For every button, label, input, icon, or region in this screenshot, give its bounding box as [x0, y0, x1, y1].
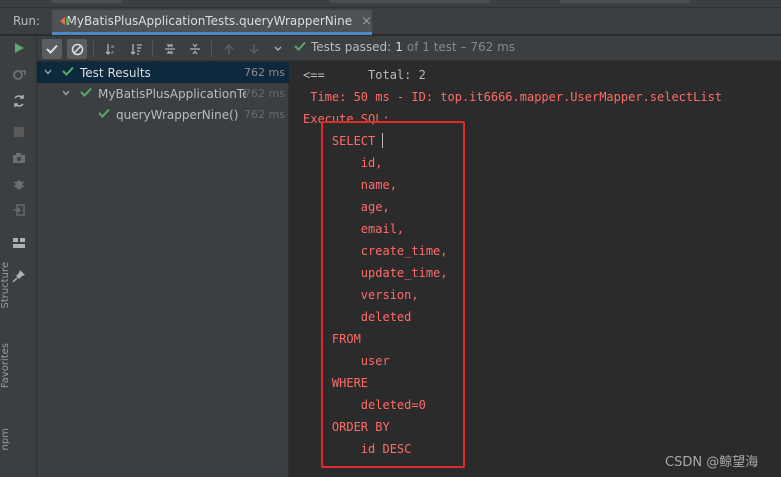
- tree-item-time: 762 ms: [244, 108, 285, 121]
- test-runner-toolbar: az Tests passed: 1 of 1 test – 762 ms: [37, 36, 781, 61]
- chevron-down-icon[interactable]: [43, 68, 53, 77]
- rerun-icon[interactable]: [11, 40, 27, 56]
- test-status: Tests passed: 1 of 1 test – 762 ms: [294, 40, 515, 54]
- debug-icon[interactable]: [11, 176, 27, 192]
- layout-icon[interactable]: [11, 235, 27, 251]
- run-side-toolbar: Structure Favorites npm: [0, 36, 37, 477]
- sort-alphabetically-icon[interactable]: az: [101, 39, 121, 59]
- status-label: Tests passed:: [311, 40, 392, 54]
- previous-failed-test-icon[interactable]: [219, 39, 239, 59]
- passed-check-icon: [294, 40, 306, 54]
- sql-highlight-box: [321, 121, 465, 468]
- toolbar-separator: [93, 41, 94, 57]
- pin-icon[interactable]: [11, 268, 27, 284]
- collapse-all-icon[interactable]: [185, 39, 205, 59]
- run-tool-window-header: Run: MyBatisPlusApplicationTests.queryWr…: [0, 8, 781, 35]
- tree-item-test-results[interactable]: Test Results 762 ms: [37, 62, 289, 83]
- toolbar-separator: [211, 41, 212, 57]
- structure-side-tab[interactable]: Structure: [0, 262, 11, 309]
- console-line: <== Total: 2: [303, 68, 426, 82]
- console-line: Time: 50 ms - ID: top.it6666.mapper.User…: [303, 90, 723, 104]
- tree-item-label: MyBatisPlusApplicationTe: [98, 86, 246, 101]
- npm-side-tab[interactable]: npm: [0, 428, 11, 450]
- passed-check-icon: [80, 86, 92, 100]
- sort-by-duration-icon[interactable]: [126, 39, 146, 59]
- passed-check-icon: [62, 65, 74, 79]
- tree-item-label: Test Results: [80, 65, 151, 80]
- run-configuration-tab[interactable]: MyBatisPlusApplicationTests.queryWrapper…: [52, 10, 372, 35]
- status-detail: of 1 test – 762 ms: [406, 40, 516, 54]
- exit-icon[interactable]: [11, 202, 27, 218]
- close-icon[interactable]: ×: [361, 14, 372, 29]
- run-tab-title: MyBatisPlusApplicationTests.queryWrapper…: [66, 14, 353, 28]
- tree-item-test-class[interactable]: MyBatisPlusApplicationTe 762 ms: [37, 83, 289, 104]
- favorites-side-tab[interactable]: Favorites: [0, 343, 11, 388]
- watermark: CSDN @鲸望海: [665, 455, 759, 470]
- tree-item-test-method[interactable]: queryWrapperNine() 762 ms: [37, 104, 289, 125]
- tree-item-time: 762 ms: [244, 66, 285, 79]
- editor-tab-cutoff[interactable]: [52, 0, 122, 3]
- editor-tab-cutoff[interactable]: [560, 0, 690, 3]
- rerun-failed-icon[interactable]: [11, 67, 27, 83]
- next-failed-test-icon[interactable]: [244, 39, 264, 59]
- camera-icon[interactable]: [11, 150, 27, 166]
- toolbar-separator: [152, 41, 153, 57]
- toggle-auto-test-icon[interactable]: [11, 93, 27, 109]
- svg-text:z: z: [111, 50, 114, 56]
- expand-all-icon[interactable]: [160, 39, 180, 59]
- passed-check-icon: [98, 107, 110, 121]
- editor-tabs-strip: [0, 0, 781, 8]
- run-label: Run:: [13, 14, 41, 28]
- show-passed-toggle[interactable]: [42, 39, 62, 59]
- test-results-tree: Test Results 762 ms MyBatisPlusApplicati…: [37, 62, 289, 477]
- stop-icon[interactable]: [11, 124, 27, 140]
- show-ignored-toggle[interactable]: [67, 39, 87, 59]
- editor-tab-cutoff[interactable]: [330, 0, 490, 3]
- more-options-icon[interactable]: [268, 39, 288, 59]
- status-count: 1: [395, 40, 403, 54]
- tree-item-time: 762 ms: [244, 87, 285, 100]
- console-output[interactable]: <== Total: 2 Time: 50 ms - ID: top.it666…: [290, 62, 781, 477]
- tree-item-label: queryWrapperNine(): [116, 107, 239, 122]
- chevron-down-icon[interactable]: [61, 89, 71, 98]
